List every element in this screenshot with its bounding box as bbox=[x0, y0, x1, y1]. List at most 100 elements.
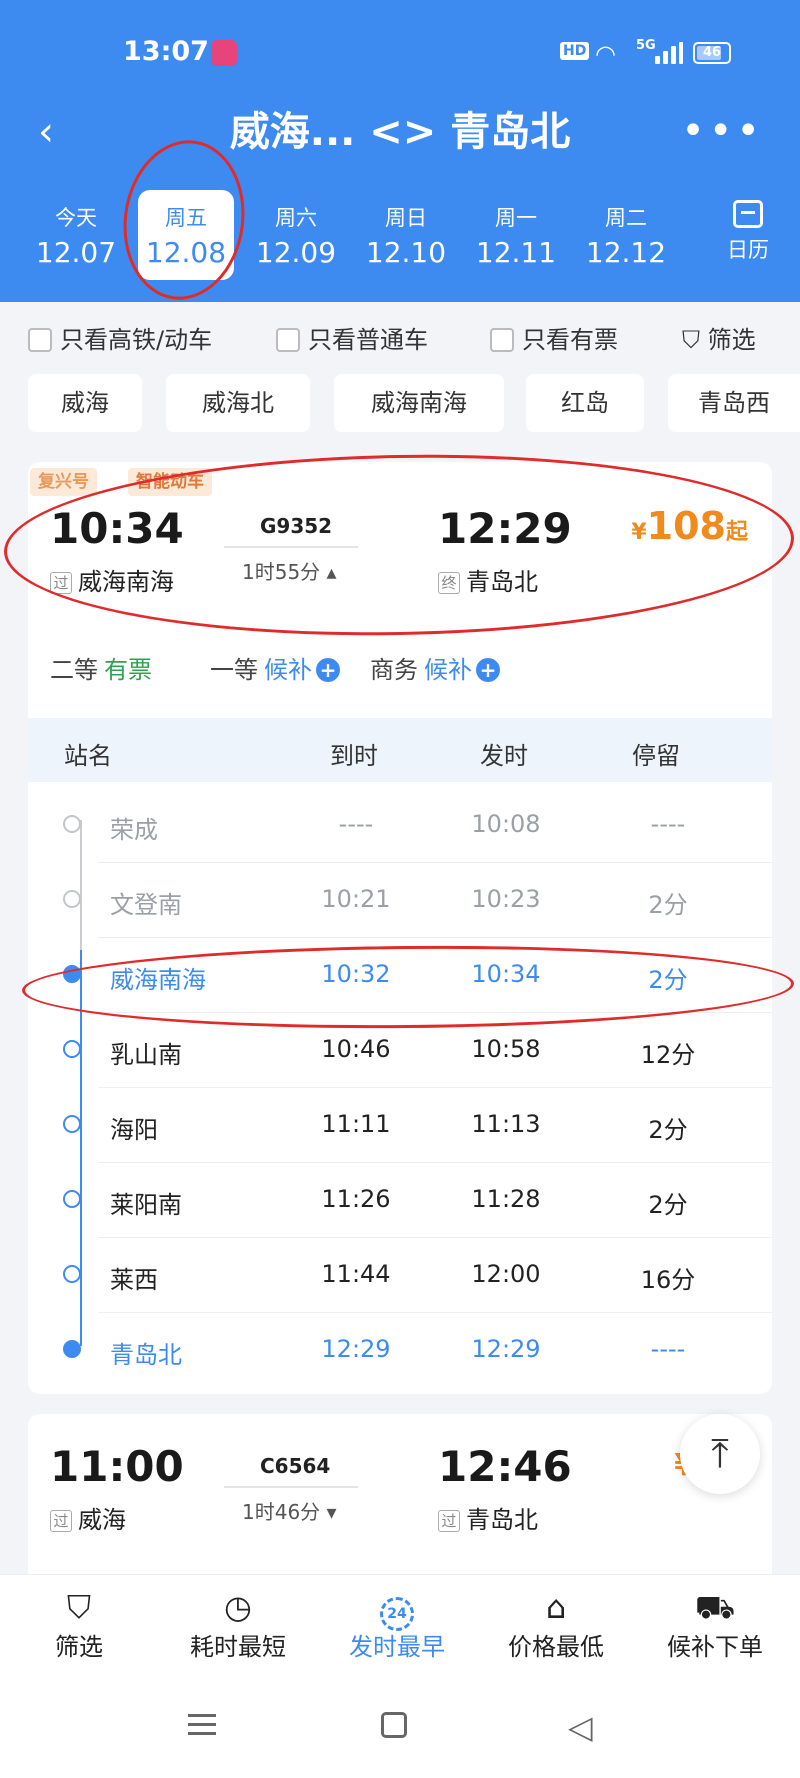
date-tab[interactable]: 周一 12.11 bbox=[468, 190, 564, 280]
seat-availability: 二等 有票 一等 候补 + 商务 候补 + bbox=[28, 650, 772, 690]
seat-first-class[interactable]: 一等 候补 + bbox=[210, 650, 340, 685]
stop-dot bbox=[63, 965, 81, 983]
more-icon[interactable]: ••• bbox=[681, 111, 764, 151]
stop-depart: 12:00 bbox=[471, 1260, 541, 1288]
date-value: 12.12 bbox=[585, 236, 667, 269]
stop-stay: 16分 bbox=[640, 1266, 696, 1294]
date-tab[interactable]: 周日 12.10 bbox=[358, 190, 454, 280]
departure-station-name: 威海南海 bbox=[78, 568, 174, 596]
high-speed-checkbox[interactable]: 只看高铁/动车 bbox=[28, 320, 212, 354]
stop-station: 海阳 bbox=[110, 1116, 158, 1144]
24-badge: 24 bbox=[380, 1597, 414, 1631]
stop-depart: 10:58 bbox=[471, 1035, 541, 1063]
seat-class: 二等 bbox=[50, 656, 98, 684]
col-arrive: 到时 bbox=[330, 742, 378, 770]
nav-bar: ‹ 威海... <> 青岛北 ••• bbox=[0, 104, 800, 164]
stop-arrive: 11:44 bbox=[321, 1260, 391, 1288]
checkbox-label: 只看普通车 bbox=[308, 326, 428, 354]
station-chip[interactable]: 威海北 bbox=[166, 374, 310, 432]
station-chip[interactable]: 青岛西 bbox=[668, 374, 800, 432]
system-navigation-bar: ◁ bbox=[0, 1674, 800, 1778]
date-tab[interactable]: 周二 12.12 bbox=[578, 190, 674, 280]
train-tag: 智能动车 bbox=[128, 468, 212, 496]
tab-earliest[interactable]: 24 发时最早 bbox=[322, 1587, 472, 1662]
pass-badge: 过 bbox=[50, 572, 72, 594]
back-nav-icon[interactable]: ◁ bbox=[568, 1708, 593, 1746]
arrival-station-name: 青岛北 bbox=[466, 568, 538, 596]
tab-label: 发时最早 bbox=[349, 1633, 445, 1661]
stop-arrive: 11:11 bbox=[321, 1110, 391, 1138]
stop-dot bbox=[63, 1190, 81, 1208]
normal-train-checkbox[interactable]: 只看普通车 bbox=[276, 320, 428, 354]
departure-station-name: 威海 bbox=[78, 1506, 126, 1534]
checkbox-label: 只看高铁/动车 bbox=[60, 326, 213, 354]
departure-station: 过威海南海 bbox=[50, 562, 174, 597]
col-stay: 停留 bbox=[632, 742, 680, 770]
battery-level: 46 bbox=[702, 45, 722, 60]
schedule-row: 乳山南 10:46 10:58 12分 bbox=[28, 1013, 772, 1088]
station-chip[interactable]: 威海南海 bbox=[334, 374, 504, 432]
pass-badge: 过 bbox=[438, 1510, 460, 1532]
chevron-up-icon: ▴ bbox=[320, 560, 337, 584]
page-title: 威海... <> 青岛北 bbox=[229, 109, 571, 155]
date-tab[interactable]: 今天 12.07 bbox=[28, 190, 124, 280]
scroll-to-top-button[interactable]: ⤒ bbox=[680, 1414, 760, 1494]
filter-button[interactable]: ⛉ 筛选 bbox=[682, 320, 756, 355]
date-tab[interactable]: 周六 12.09 bbox=[248, 190, 344, 280]
tag-icon: ⌂ bbox=[545, 1588, 567, 1626]
tab-label: 候补下单 bbox=[667, 1633, 763, 1661]
station-chip[interactable]: 红岛 bbox=[526, 374, 644, 432]
date-weekday: 周日 bbox=[385, 206, 427, 230]
wifi-icon: ◠ bbox=[595, 40, 616, 68]
arrival-time: 12:46 bbox=[438, 1442, 572, 1491]
seat-business-class[interactable]: 商务 候补 + bbox=[370, 650, 500, 685]
stop-station: 荣成 bbox=[110, 816, 158, 844]
arrival-station: 终青岛北 bbox=[438, 562, 538, 597]
has-ticket-checkbox[interactable]: 只看有票 bbox=[490, 320, 618, 354]
tab-filter[interactable]: ⛉ 筛选 bbox=[4, 1587, 154, 1662]
date-weekday: 周二 bbox=[605, 206, 647, 230]
stop-stay: 2分 bbox=[648, 1191, 688, 1219]
24-icon: 24 bbox=[322, 1587, 472, 1631]
stop-stay: ---- bbox=[650, 1335, 686, 1363]
tab-shortest[interactable]: ◷ 耗时最短 bbox=[163, 1587, 313, 1662]
hd-icon: HD bbox=[560, 42, 590, 60]
train-card[interactable]: 复兴号 智能动车 10:34 G9352 1时55分 ▴ 12:29 过威海南海… bbox=[28, 462, 772, 1394]
tab-label: 价格最低 bbox=[508, 1633, 604, 1661]
duration-toggle[interactable]: 1时55分 ▴ bbox=[242, 556, 337, 585]
stop-dot bbox=[63, 815, 81, 833]
calendar-label: 日历 bbox=[727, 238, 769, 262]
calendar-button[interactable]: 日历 bbox=[718, 200, 778, 264]
seat-second-class[interactable]: 二等 有票 bbox=[50, 650, 152, 685]
date-weekday: 周六 bbox=[275, 206, 317, 230]
pass-badge: 过 bbox=[50, 1510, 72, 1532]
station-chip[interactable]: 威海 bbox=[28, 374, 142, 432]
stop-arrive: 10:21 bbox=[321, 885, 391, 913]
recent-apps-icon[interactable] bbox=[188, 1714, 216, 1736]
home-icon[interactable] bbox=[381, 1712, 407, 1738]
price-value: 108 bbox=[646, 504, 726, 548]
date-tab-selected[interactable]: 周五 12.08 bbox=[138, 190, 234, 280]
cart-icon: ⛟ bbox=[694, 1588, 736, 1626]
tab-waitlist[interactable]: ⛟ 候补下单 bbox=[640, 1587, 790, 1662]
departure-time: 10:34 bbox=[50, 504, 184, 553]
stop-depart: 12:29 bbox=[471, 1335, 541, 1363]
app-notification-icon bbox=[211, 40, 237, 66]
train-card[interactable]: 11:00 C6564 1时46分 ▾ 12:46 过威海 过青岛北 ¥8 bbox=[28, 1414, 772, 1574]
stop-station: 莱阳南 bbox=[110, 1191, 182, 1219]
checkbox-icon bbox=[276, 328, 300, 352]
duration-toggle[interactable]: 1时46分 ▾ bbox=[242, 1496, 337, 1525]
tab-cheapest[interactable]: ⌂ 价格最低 bbox=[481, 1587, 631, 1662]
stop-dot bbox=[63, 1340, 81, 1358]
duration: 1时46分 bbox=[242, 1500, 321, 1524]
stop-depart: 10:08 bbox=[471, 810, 541, 838]
stop-station: 莱西 bbox=[110, 1266, 158, 1294]
station-chips: 威海 威海北 威海南海 红岛 青岛西 bbox=[0, 374, 800, 434]
stop-stay: 2分 bbox=[648, 891, 688, 919]
battery-icon: 46 bbox=[693, 42, 731, 64]
schedule-row: 莱西 11:44 12:00 16分 bbox=[28, 1238, 772, 1313]
duration: 1时55分 bbox=[242, 560, 321, 584]
stop-station: 威海南海 bbox=[110, 966, 206, 994]
stop-depart: 10:34 bbox=[471, 960, 541, 988]
col-station: 站名 bbox=[64, 742, 112, 770]
